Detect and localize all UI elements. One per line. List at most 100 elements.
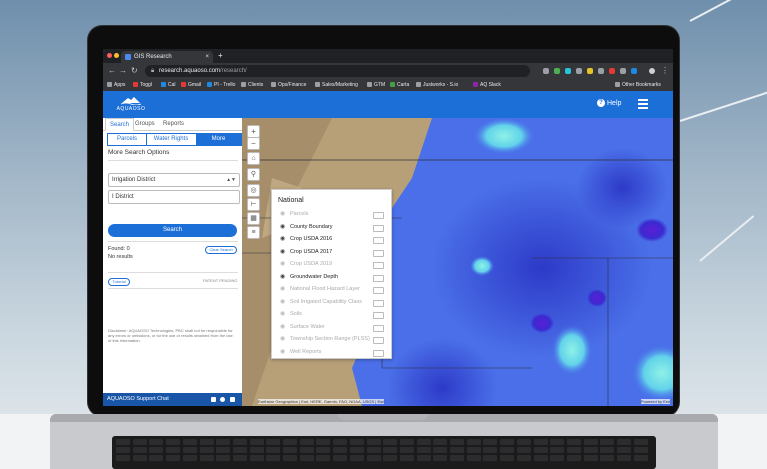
bookmark-item[interactable]: Toggl: [133, 79, 152, 91]
visibility-eye-icon[interactable]: ◉: [280, 349, 285, 356]
support-chat-bar[interactable]: AQUAOSO Support Chat: [103, 393, 242, 406]
minimize-window-button[interactable]: [114, 53, 119, 58]
layer-item[interactable]: ◉ County Boundary: [278, 222, 386, 233]
visibility-eye-icon[interactable]: ◉: [280, 336, 285, 343]
layer-item[interactable]: ◉ Township Section Range (PLSS): [278, 334, 386, 345]
back-button[interactable]: ←: [108, 65, 116, 77]
bookmark-label: Gmail: [188, 82, 202, 88]
search-button[interactable]: Search: [108, 224, 237, 237]
bookmark-item[interactable]: Ops/Finance: [271, 79, 306, 91]
layer-item[interactable]: ◉ Well Reports: [278, 347, 386, 358]
search-icon[interactable]: ⚲: [247, 168, 260, 181]
layer-item[interactable]: ◉ Parcels: [278, 209, 386, 220]
visibility-eye-icon[interactable]: ◉: [280, 274, 285, 281]
keyboard-key: [483, 439, 498, 445]
minimize-chat-icon[interactable]: [211, 397, 216, 402]
visibility-eye-icon[interactable]: ◉: [280, 324, 285, 331]
layers-icon[interactable]: ≡: [247, 226, 260, 239]
layer-item[interactable]: ◉ Surface Water: [278, 322, 386, 333]
bookmark-item[interactable]: Carta: [390, 79, 409, 91]
layer-options-icon[interactable]: [373, 237, 384, 244]
layer-options-icon[interactable]: [373, 324, 384, 332]
clear-search-button[interactable]: Clear Search: [205, 246, 237, 254]
keyboard-key: [550, 455, 565, 461]
extension-icon[interactable]: [609, 68, 615, 74]
layer-options-icon[interactable]: [373, 337, 384, 344]
visibility-eye-icon[interactable]: ◉: [280, 311, 285, 318]
visibility-eye-icon[interactable]: ◉: [280, 286, 285, 293]
laptop-base: [50, 414, 718, 469]
zoom-out-button[interactable]: −: [247, 137, 260, 150]
extension-icon[interactable]: [565, 68, 571, 74]
locate-icon[interactable]: ◎: [247, 184, 260, 197]
layer-options-icon[interactable]: [373, 262, 384, 269]
extension-icon[interactable]: [631, 68, 637, 74]
layer-options-icon[interactable]: [373, 349, 384, 357]
keyboard-key: [633, 439, 648, 445]
layer-options-icon[interactable]: [373, 299, 384, 307]
close-window-button[interactable]: [107, 53, 112, 58]
popout-icon[interactable]: [230, 397, 235, 402]
extension-icon[interactable]: [598, 68, 604, 74]
divider: [108, 241, 238, 242]
layer-options-icon[interactable]: [373, 249, 384, 257]
address-bar[interactable]: 🔒︎ research.aquaoso.com/research/: [145, 65, 530, 77]
subtab-parcels[interactable]: Parcels: [108, 134, 147, 145]
basemap-grid-icon[interactable]: ▦: [247, 212, 260, 225]
bookmark-item[interactable]: Sales/Marketing: [315, 79, 358, 91]
extension-icon[interactable]: [620, 68, 626, 74]
layer-item[interactable]: ◉ Crop USDA 2016: [278, 234, 386, 245]
layer-item[interactable]: ◉ Groundwater Depth: [278, 272, 386, 283]
layer-item[interactable]: ◉ Crop USDA 2017: [278, 247, 386, 258]
home-icon[interactable]: ⌂: [247, 152, 260, 165]
tab-reports[interactable]: Reports: [159, 118, 188, 130]
layer-options-icon[interactable]: [373, 312, 384, 319]
forward-button[interactable]: →: [119, 65, 127, 77]
profile-avatar[interactable]: [649, 68, 655, 74]
bookmark-item[interactable]: PI - Trello: [207, 79, 235, 91]
layer-options-icon[interactable]: [373, 274, 384, 282]
layer-options-icon[interactable]: [373, 212, 384, 219]
tab-close-icon[interactable]: ×: [205, 51, 209, 63]
subtab-more[interactable]: More: [196, 134, 241, 145]
app-logo[interactable]: AQUAOSO: [111, 96, 151, 112]
visibility-eye-icon[interactable]: ◉: [280, 299, 285, 306]
user-icon[interactable]: [220, 397, 225, 402]
visibility-eye-icon[interactable]: ◉: [280, 224, 285, 231]
tab-groups[interactable]: Groups: [131, 118, 159, 130]
bookmark-item[interactable]: Apps: [107, 79, 125, 91]
district-input[interactable]: I District: [108, 190, 240, 204]
help-button[interactable]: ? Help: [597, 99, 621, 109]
layer-item[interactable]: ◉ National Flood Hazard Layer: [278, 284, 386, 295]
search-type-select[interactable]: Irrigation District ▲▼: [108, 173, 240, 187]
extension-icon[interactable]: [576, 68, 582, 74]
measure-icon[interactable]: ⊢: [247, 198, 260, 211]
subtab-water-rights[interactable]: Water Rights: [146, 134, 197, 145]
bookmark-item[interactable]: Clients: [241, 79, 263, 91]
tab-search[interactable]: Search: [105, 118, 135, 131]
visibility-eye-icon[interactable]: ◉: [280, 211, 285, 218]
reload-button[interactable]: ↻: [131, 65, 138, 77]
bookmark-item[interactable]: AQ Slack: [473, 79, 501, 91]
new-tab-button[interactable]: +: [218, 51, 223, 61]
tutorial-button[interactable]: Tutorial: [108, 278, 130, 286]
bookmark-item[interactable]: Justworks - S.io: [416, 79, 458, 91]
visibility-eye-icon[interactable]: ◉: [280, 261, 285, 268]
layer-item[interactable]: ◉ Crop USDA 2019: [278, 259, 386, 270]
visibility-eye-icon[interactable]: ◉: [280, 249, 285, 256]
bookmark-item[interactable]: Cal: [161, 79, 176, 91]
layer-item[interactable]: ◉ Soils: [278, 309, 386, 320]
layer-item[interactable]: ◉ Soil Irrigated Capability Class: [278, 297, 386, 308]
layer-options-icon[interactable]: [373, 287, 384, 294]
extension-icon[interactable]: [554, 68, 560, 74]
bookmark-item[interactable]: GTM: [367, 79, 385, 91]
hamburger-menu-icon[interactable]: [638, 99, 648, 109]
extension-icon[interactable]: [543, 68, 549, 74]
extension-icon[interactable]: [587, 68, 593, 74]
layer-options-icon[interactable]: [373, 224, 384, 232]
other-bookmarks[interactable]: Other Bookmarks: [615, 79, 661, 91]
browser-tab[interactable]: GIS Research ×: [121, 51, 213, 63]
browser-menu-icon[interactable]: ⋮: [661, 65, 669, 77]
visibility-eye-icon[interactable]: ◉: [280, 236, 285, 243]
bookmark-item[interactable]: Gmail: [181, 79, 201, 91]
